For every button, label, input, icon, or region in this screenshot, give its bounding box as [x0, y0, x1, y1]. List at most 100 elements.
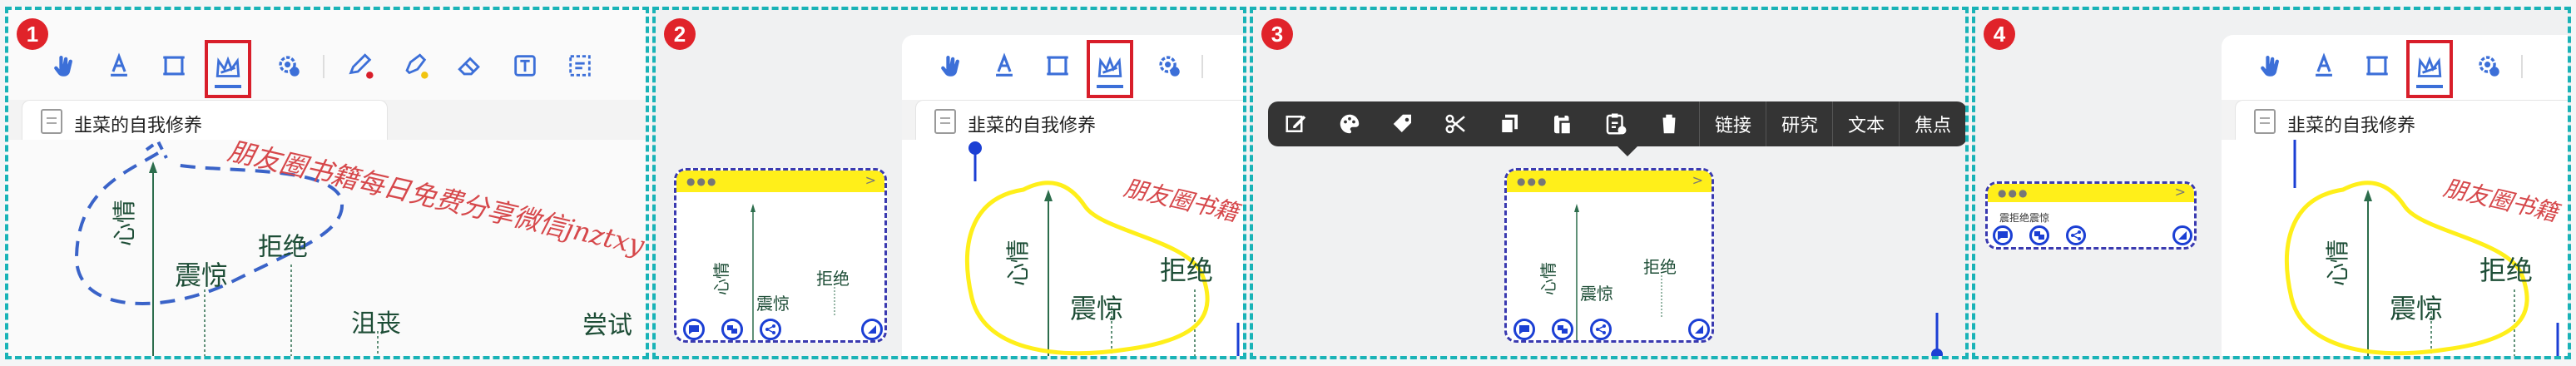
settings-gear-icon[interactable] [2469, 47, 2508, 85]
document-tab[interactable]: 韭菜的自我修养 [22, 100, 388, 140]
palette-icon[interactable] [1328, 101, 1371, 146]
hand-icon[interactable] [932, 47, 970, 85]
copy-icon[interactable] [1488, 101, 1531, 146]
chevron-right-icon[interactable]: > [1692, 172, 1703, 188]
crop-frame-icon[interactable] [1038, 47, 1077, 85]
settings-gear-icon[interactable] [1150, 47, 1188, 85]
toolbar-divider [2521, 55, 2523, 78]
textbox-icon[interactable] [506, 47, 544, 85]
switch-icon[interactable] [2029, 225, 2049, 245]
trash-icon[interactable] [1647, 101, 1691, 146]
resize-handle-icon[interactable] [1688, 319, 1710, 340]
floating-node-window[interactable]: ●●● > 心情 震惊 拒绝 [674, 168, 887, 343]
switch-icon[interactable] [1552, 319, 1573, 340]
document-icon [934, 109, 956, 134]
comment-icon[interactable] [1513, 319, 1535, 340]
mindmap-node[interactable]: 震惊 [175, 255, 228, 293]
scroll-indicator[interactable] [1930, 313, 1947, 359]
focus-menu-item[interactable]: 焦点 [1900, 101, 1965, 146]
switch-icon[interactable] [721, 319, 743, 340]
mindmap-canvas[interactable]: 心情 震惊 拒绝 沮丧 尝试 朋友圈书籍每日免费分享微信jnztxy [8, 135, 646, 356]
mindmap-node[interactable]: 心情 [1535, 262, 1559, 295]
mindmap-node[interactable]: 拒绝 [2479, 250, 2533, 288]
lasso-icon[interactable] [1087, 40, 1133, 98]
chevron-right-icon[interactable]: > [865, 172, 876, 188]
window-dots: ●●● [1998, 187, 2029, 199]
toolbar-divider [323, 55, 324, 78]
mindmap-node[interactable]: 震惊 [1070, 288, 1123, 326]
app-window: 韭菜的自我修养 心情 震惊 拒绝 沮丧 尝试 朋友圈书籍每日免费分享微信jnzt… [8, 10, 646, 356]
text-underline-icon[interactable] [100, 47, 138, 85]
settings-gear-icon[interactable] [270, 47, 308, 85]
document-tab-row: 韭菜的自我修养 [2222, 100, 2568, 140]
window-title-bar[interactable]: ●●● > [676, 171, 884, 192]
select-box-icon[interactable] [561, 47, 599, 85]
mindmap-canvas[interactable]: 心情 震惊 拒绝 朋友圈书籍 [902, 140, 1243, 356]
crop-frame-icon[interactable] [155, 47, 193, 85]
step-panel-1: 1 ●●● [5, 7, 649, 359]
step-panel-2: 2 ●●● > 心情 震惊 拒绝 韭菜的自我修养 心情 震惊 拒绝 朋友圈书籍 [652, 7, 1246, 359]
document-icon [41, 109, 62, 134]
window-title-bar[interactable]: ●●● > [1988, 184, 2194, 202]
document-title: 韭菜的自我修养 [2287, 116, 2416, 136]
comment-icon[interactable] [683, 319, 705, 340]
crop-frame-icon[interactable] [2358, 47, 2396, 85]
tag-icon[interactable] [1381, 101, 1424, 146]
window-title-bar[interactable]: ●●● > [1507, 171, 1712, 192]
document-tab[interactable]: 韭菜的自我修养 [2235, 100, 2568, 140]
hand-icon[interactable] [45, 47, 83, 85]
mindmap-node[interactable]: 震惊 [756, 290, 790, 314]
highlighter-icon[interactable] [396, 47, 434, 85]
mindmap-node[interactable]: 拒绝 [1160, 250, 1213, 288]
text-menu-item[interactable]: 文本 [1834, 101, 1899, 146]
share-icon[interactable] [2066, 225, 2086, 245]
mindmap-node[interactable]: 拒绝 [258, 226, 308, 263]
step-badge: 3 [1261, 18, 1293, 50]
window-dots: ●●● [686, 176, 718, 187]
mindmap-node[interactable]: 尝试 [582, 304, 632, 341]
scissors-icon[interactable] [1434, 101, 1478, 146]
node-text: 震拒绝震惊 [1999, 212, 2050, 224]
mindmap-node[interactable]: 心情 [2320, 240, 2353, 286]
resize-handle-icon[interactable] [861, 319, 883, 340]
mindmap-node[interactable]: 震惊 [2390, 288, 2443, 326]
document-tab[interactable]: 韭菜的自我修养 [915, 100, 1243, 140]
step-panel-4: 4 ●●● > 震拒绝震惊 韭菜的自我修养 心情 震惊 拒绝 朋友圈书籍 [1972, 7, 2571, 359]
link-menu-item[interactable]: 链接 [1701, 101, 1766, 146]
mindmap-node[interactable]: 沮丧 [351, 303, 401, 339]
hand-icon[interactable] [2252, 47, 2290, 85]
step-panel-3: 3 链接 研究 文本 焦点 ●●● > 心情 震惊 拒绝 [1250, 7, 1969, 359]
share-icon[interactable] [1590, 319, 1612, 340]
pen-icon[interactable] [341, 47, 379, 85]
mindmap-node[interactable]: 震惊 [1580, 280, 1613, 304]
eraser-icon[interactable] [451, 47, 489, 85]
chevron-right-icon[interactable]: > [2175, 184, 2186, 200]
floating-node-window[interactable]: ●●● > 心情 震惊 拒绝 [1504, 168, 1714, 343]
lasso-icon[interactable] [205, 40, 251, 98]
text-underline-icon[interactable] [985, 47, 1023, 85]
document-title: 韭菜的自我修养 [968, 116, 1097, 136]
text-underline-icon[interactable] [2305, 47, 2343, 85]
app-window: 韭菜的自我修养 心情 震惊 拒绝 朋友圈书籍 [902, 35, 1243, 356]
step-badge: 2 [664, 18, 696, 50]
lasso-icon[interactable] [2406, 40, 2453, 98]
mindmap-canvas[interactable]: 心情 震惊 拒绝 朋友圈书籍 [2222, 140, 2568, 356]
toolbar [902, 40, 1243, 98]
menu-divider [1699, 101, 1700, 146]
edit-icon[interactable] [1275, 101, 1318, 146]
mindmap-node[interactable]: 心情 [1000, 240, 1033, 286]
paste-special-icon[interactable] [1594, 101, 1637, 146]
resize-handle-icon[interactable] [2172, 225, 2192, 245]
mindmap-node[interactable]: 拒绝 [816, 265, 850, 289]
document-icon [2254, 109, 2276, 134]
share-icon[interactable] [760, 319, 781, 340]
mindmap-node[interactable]: 心情 [107, 200, 140, 246]
step-badge: 4 [1984, 18, 2015, 50]
comment-icon[interactable] [1993, 225, 2013, 245]
mindmap-node[interactable]: 心情 [708, 262, 732, 295]
floating-node-window-collapsed[interactable]: ●●● > 震拒绝震惊 [1985, 181, 2197, 250]
mindmap-node[interactable]: 拒绝 [1643, 254, 1677, 278]
paste-icon[interactable] [1541, 101, 1584, 146]
research-menu-item[interactable]: 研究 [1767, 101, 1832, 146]
document-tab-row: 韭菜的自我修养 [8, 100, 646, 140]
